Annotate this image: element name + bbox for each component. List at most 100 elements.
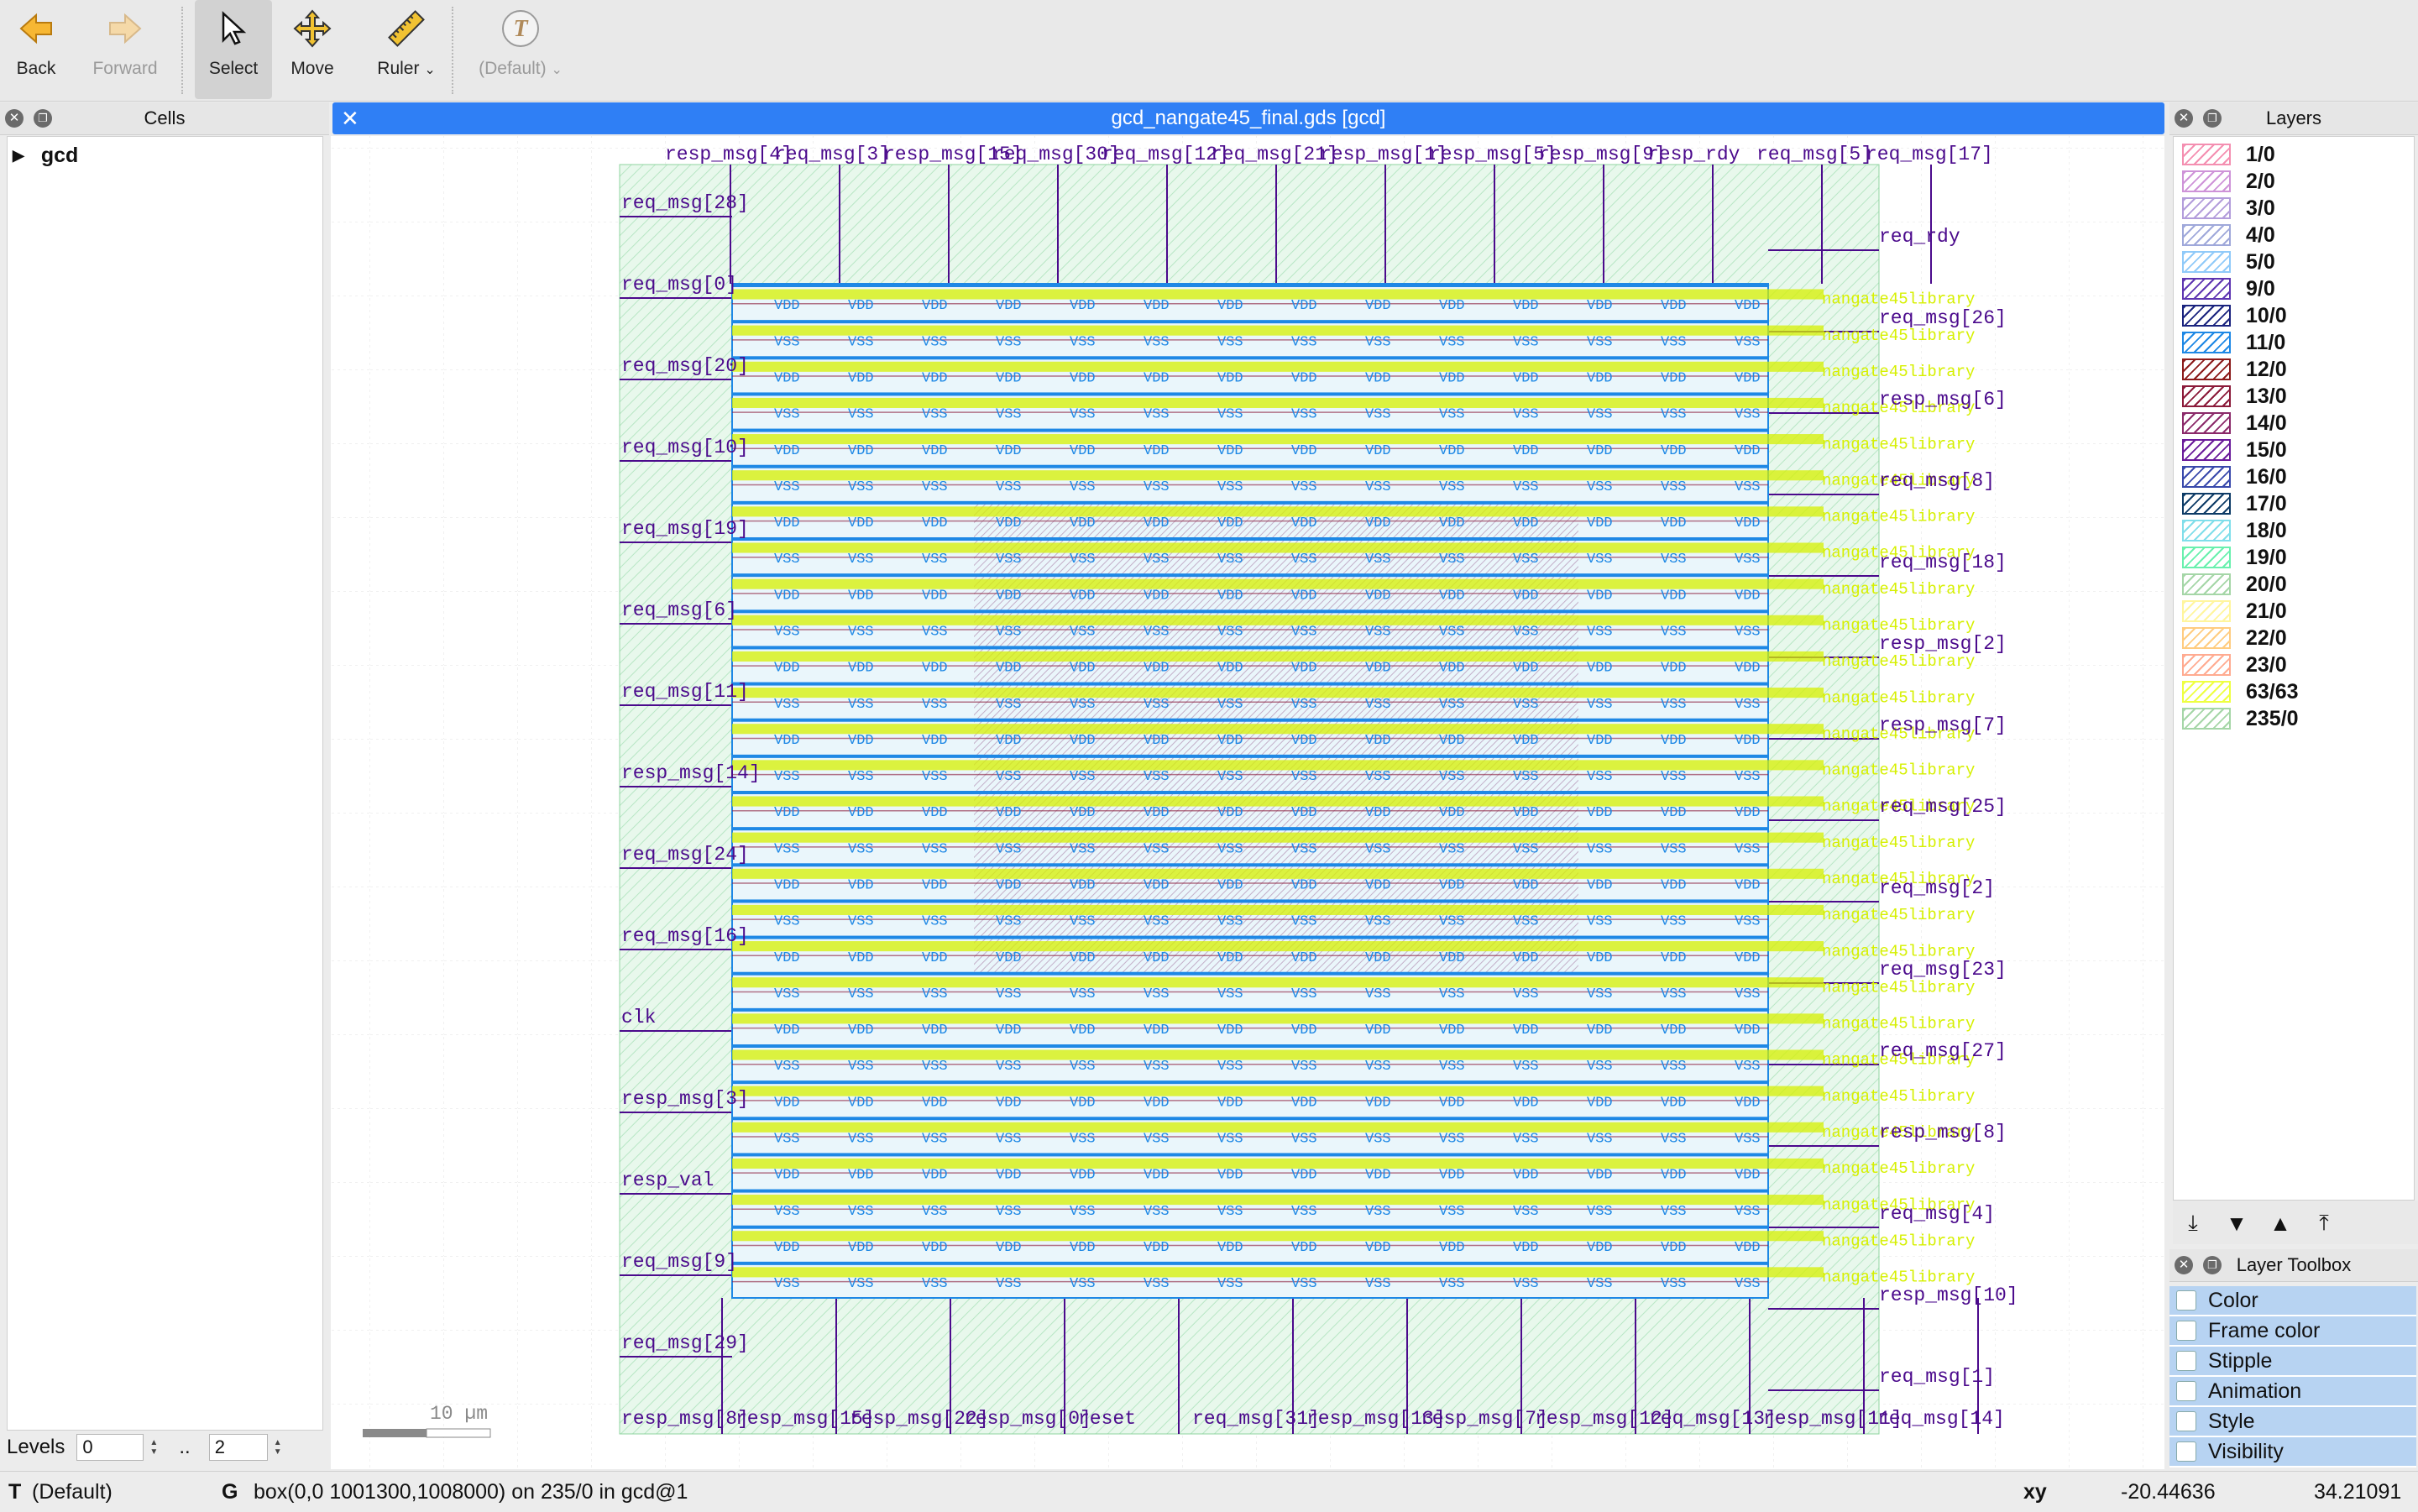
checkbox[interactable] [2176,1381,2196,1401]
layer-list[interactable]: 1/0 2/0 3/0 4/0 5/0 9/0 10/0 11/0 12/0 13/0 14/0 15… [2173,136,2415,1201]
layer-row[interactable]: 14/0 [2182,411,2287,436]
float-icon[interactable]: ❐ [2203,109,2222,128]
pin-label: clk [621,1007,656,1028]
toolbox-item[interactable]: Stipple [2169,1347,2416,1377]
close-tab-icon[interactable]: ✕ [341,106,359,132]
cell-tree-item[interactable]: ▶ gcd [13,144,78,168]
rail-label: VDD [922,1095,948,1111]
float-icon[interactable]: ❐ [2203,1256,2222,1274]
layer-row[interactable]: 12/0 [2182,357,2287,382]
layer-row[interactable]: 235/0 [2182,706,2299,731]
layer-swatch [2182,627,2231,649]
layer-row[interactable]: 11/0 [2182,330,2285,355]
layer-list-buttons: ⤓ ▼ ▲ ⤒ [2173,1201,2418,1244]
rail-label: VSS [848,334,874,350]
layer-row[interactable]: 4/0 [2182,222,2275,248]
rail-label: VSS [1217,1204,1243,1220]
layer-name: 21/0 [2246,599,2287,623]
float-icon[interactable]: ❐ [34,109,52,128]
rail-label: VSS [1144,697,1170,713]
rail-label: VDD [922,515,948,531]
rail-label: VDD [1291,515,1317,531]
layer-row[interactable]: 16/0 [2182,464,2287,489]
layer-swatch [2182,439,2231,461]
layer-row[interactable]: 2/0 [2182,169,2275,194]
rail-label: VDD [1735,298,1761,314]
rail-label: VDD [922,877,948,893]
checkbox[interactable] [2176,1411,2196,1431]
power-rail [732,1153,1768,1157]
layout-canvas[interactable]: VDD VDD VDD VDD VDD VDD VDD VDD VDD VDD VDD VDD VDD V… [331,136,2164,1469]
rail-label: VSS [1144,1276,1170,1292]
layer-row[interactable]: 1/0 [2182,142,2275,167]
toolbox-item[interactable]: Frame color [2169,1316,2416,1347]
checkbox[interactable] [2176,1441,2196,1462]
toolbox-item[interactable]: Style [2169,1407,2416,1437]
checkbox[interactable] [2176,1351,2196,1371]
rail-label: VDD [1661,805,1687,821]
layer-row[interactable]: 3/0 [2182,196,2275,221]
back-button[interactable]: Back [7,0,65,99]
layer-row[interactable]: 21/0 [2182,599,2287,624]
rail-label: VDD [1439,733,1465,749]
rail-label: VDD [1070,661,1096,677]
chevron-down-icon: ⌄ [424,63,436,77]
move-tool-button[interactable]: Move [279,0,346,99]
select-tool-button[interactable]: Select [195,0,272,99]
stepper-icon[interactable]: ▲ ▼ [147,1434,160,1461]
expand-triangle-icon[interactable]: ▶ [13,147,24,165]
close-icon[interactable]: ✕ [2175,1256,2193,1274]
checkbox[interactable] [2176,1321,2196,1341]
rail-label: VDD [1587,733,1613,749]
cell-tree[interactable]: ▶ gcd [7,136,323,1431]
rail-label: VDD [1070,515,1096,531]
layer-row[interactable]: 19/0 [2182,545,2287,570]
layer-name: 12/0 [2246,357,2287,381]
forward-button[interactable]: Forward [87,0,163,99]
toolbox-item[interactable]: Color [2169,1286,2416,1316]
layer-row[interactable]: 20/0 [2182,572,2287,597]
checkbox[interactable] [2176,1290,2196,1311]
layout-view-tab[interactable]: ✕ gcd_nangate45_final.gds [gcd] [332,102,2164,134]
rail-label: VDD [922,370,948,386]
layout-drawing[interactable]: VDD VDD VDD VDD VDD VDD VDD VDD VDD VDD VDD VDD VDD V… [331,136,2164,1469]
layer-row[interactable]: 9/0 [2182,276,2275,301]
layer-row[interactable]: 5/0 [2182,249,2275,275]
rail-label: VDD [1070,733,1096,749]
overlay-label: nangate45library [1822,688,1975,707]
rail-label: VSS [1735,552,1761,568]
rail-label: VDD [1587,805,1613,821]
rail-label: VDD [848,733,874,749]
text-style-button[interactable]: T (Default) ⌄ [479,0,563,99]
layer-row[interactable]: 63/63 [2182,679,2299,704]
layer-row[interactable]: 15/0 [2182,437,2287,463]
move-to-bottom-icon[interactable]: ⤓ [2176,1207,2210,1239]
layer-row[interactable]: 22/0 [2182,625,2287,651]
layer-row[interactable]: 17/0 [2182,491,2287,516]
close-icon[interactable]: ✕ [2175,109,2193,128]
rail-label: VDD [774,298,800,314]
layer-row[interactable]: 18/0 [2182,518,2287,543]
rail-label: VDD [1587,515,1613,531]
layer-name: 3/0 [2246,196,2275,220]
toolbox-item[interactable]: Animation [2169,1377,2416,1407]
ruler-tool-button[interactable]: Ruler ⌄ [364,0,448,99]
layer-row[interactable]: 10/0 [2182,303,2287,328]
stepper-icon[interactable]: ▲ ▼ [271,1434,285,1461]
move-up-icon[interactable]: ▲ [2264,1207,2297,1239]
rail-label: VDD [1365,950,1391,966]
rail-label: VDD [1070,950,1096,966]
layer-row[interactable]: 13/0 [2182,384,2287,409]
toolbox-item[interactable]: Visibility [2169,1437,2416,1468]
overlay-marker [732,1013,1824,1024]
rail-label: VSS [1070,334,1096,350]
levels-to-input[interactable]: 2 [208,1434,268,1461]
cursor-y: 34.21091 [2314,1480,2402,1504]
close-icon[interactable]: ✕ [5,109,24,128]
rail-label: VSS [1587,841,1613,857]
move-down-icon[interactable]: ▼ [2220,1207,2253,1239]
toolbox-item-label: Frame color [2208,1318,2321,1342]
layer-row[interactable]: 23/0 [2182,652,2287,678]
levels-from-input[interactable]: 0 [76,1434,144,1461]
move-to-top-icon[interactable]: ⤒ [2307,1207,2341,1239]
